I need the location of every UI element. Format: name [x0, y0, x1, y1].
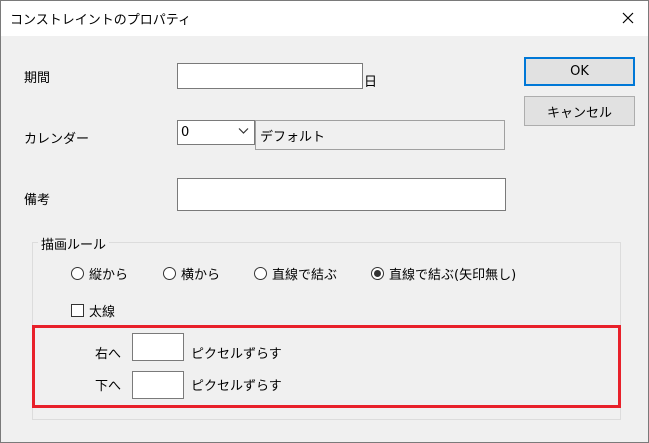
shift-right-label: 右へ: [95, 347, 122, 362]
chevron-down-icon: [238, 128, 249, 134]
close-icon: [622, 12, 634, 24]
ok-button[interactable]: OK: [524, 57, 635, 86]
radio-label: 横から: [181, 268, 221, 283]
note-label: 備考: [24, 193, 51, 208]
period-input[interactable]: [177, 63, 363, 89]
radio-circle: [254, 267, 267, 280]
radio-label: 直線で結ぶ(矢印無し): [389, 268, 517, 283]
draw-rule-title: 描画ルール: [38, 234, 110, 253]
close-button[interactable]: [612, 4, 644, 32]
radio-straight-line[interactable]: 直線で結ぶ: [254, 264, 337, 283]
calendar-label: カレンダー: [24, 132, 90, 147]
radio-label: 縦から: [89, 268, 129, 283]
shift-right-unit: ピクセルずらす: [191, 347, 282, 362]
period-unit-label: 日: [364, 75, 378, 90]
shift-down-label: 下へ: [95, 379, 122, 394]
shift-down-unit: ピクセルずらす: [191, 379, 282, 394]
shift-right-input[interactable]: [132, 333, 184, 361]
calendar-select[interactable]: 0: [177, 120, 255, 145]
period-label: 期間: [24, 71, 51, 86]
radio-circle: [163, 267, 176, 280]
radio-straight-line-no-arrow[interactable]: 直線で結ぶ(矢印無し): [371, 264, 516, 283]
highlight-box: [32, 325, 621, 408]
calendar-name-field: デフォルト: [255, 120, 505, 150]
radio-circle-checked: [371, 267, 384, 280]
thick-line-checkbox[interactable]: 太線: [71, 301, 115, 320]
thick-line-label: 太線: [89, 305, 116, 320]
calendar-select-value: 0: [181, 125, 190, 140]
radio-circle: [71, 267, 84, 280]
shift-down-input[interactable]: [132, 371, 184, 399]
radio-vertical[interactable]: 縦から: [71, 264, 128, 283]
cancel-button[interactable]: キャンセル: [524, 96, 635, 126]
radio-horizontal[interactable]: 横から: [163, 264, 220, 283]
note-input[interactable]: [177, 178, 506, 211]
radio-label: 直線で結ぶ: [272, 268, 338, 283]
checkbox-box: [71, 304, 84, 317]
window-title: コンストレイントのプロパティ: [10, 13, 191, 28]
